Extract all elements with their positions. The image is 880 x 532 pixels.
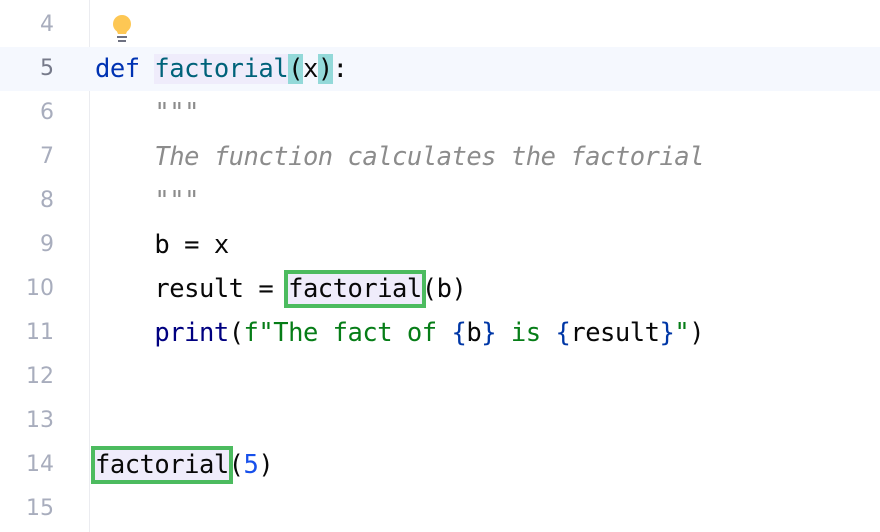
code-line[interactable]: 12 [0, 355, 880, 399]
matched-brace: ) [317, 54, 333, 84]
code-token: factorial [154, 54, 289, 84]
line-number[interactable]: 5 [0, 47, 54, 91]
code-line[interactable]: 7 The function calculates the factorial [0, 135, 880, 179]
code-line[interactable]: 6 """ [0, 91, 880, 135]
code-token: def [95, 54, 140, 84]
line-number[interactable]: 9 [0, 223, 54, 267]
code-line[interactable]: 4 [0, 3, 880, 47]
code-token: } [659, 318, 675, 348]
code-token: (b) [421, 274, 467, 304]
highlighted-usage: factorial [91, 446, 233, 484]
code-text[interactable]: """ [95, 91, 199, 135]
matched-brace: ( [288, 54, 303, 84]
code-token: The function calculates the factorial [154, 142, 704, 172]
line-number[interactable]: 11 [0, 311, 54, 355]
code-token: """ [154, 186, 199, 216]
code-text[interactable]: The function calculates the factorial [95, 135, 704, 179]
code-line[interactable]: 9 b = x [0, 223, 880, 267]
code-editor[interactable]: 4 5 def factorial(x): 6 """ 7 The function c… [0, 3, 880, 531]
line-number[interactable]: 12 [0, 355, 54, 399]
code-line[interactable]: 13 [0, 399, 880, 443]
code-line[interactable]: 8 """ [0, 179, 880, 223]
code-token: { [555, 318, 571, 348]
code-token: """ [154, 98, 199, 128]
code-token: : [332, 54, 348, 84]
code-token: b = x [154, 230, 229, 260]
code-line[interactable]: 14 factorial(5) [0, 443, 880, 487]
code-token: ( [228, 450, 244, 480]
code-token: x [302, 54, 318, 84]
code-token: ) [258, 450, 274, 480]
code-token: result [570, 318, 660, 348]
line-number[interactable]: 13 [0, 399, 54, 443]
code-line[interactable]: 11 print(f"The fact of {b} is {result}") [0, 311, 880, 355]
line-number[interactable]: 15 [0, 487, 54, 531]
code-token: is [496, 318, 556, 348]
code-token: } [481, 318, 497, 348]
line-number[interactable]: 4 [0, 3, 54, 47]
code-token: f"The fact of [243, 318, 452, 348]
code-text[interactable]: """ [95, 179, 199, 223]
code-text[interactable]: def factorial(x): [95, 47, 348, 91]
code-text[interactable]: print(f"The fact of {b} is {result}") [95, 311, 704, 355]
code-text[interactable]: factorial(5) [91, 443, 274, 487]
code-token: ) [689, 318, 705, 348]
code-text[interactable]: b = x [95, 223, 229, 267]
code-token: 5 [243, 450, 259, 480]
code-token: ( [228, 318, 244, 348]
code-line[interactable]: 15 [0, 487, 880, 531]
line-number[interactable]: 7 [0, 135, 54, 179]
line-number[interactable]: 14 [0, 443, 54, 487]
code-line[interactable]: 5 def factorial(x): [0, 47, 880, 91]
code-token: b [466, 318, 482, 348]
code-token: " [674, 318, 690, 348]
line-number[interactable]: 6 [0, 91, 54, 135]
line-number[interactable]: 10 [0, 267, 54, 311]
code-token: print [154, 318, 229, 348]
line-number[interactable]: 8 [0, 179, 54, 223]
code-line[interactable]: 10 result = factorial(b) [0, 267, 880, 311]
code-text[interactable]: result = factorial(b) [95, 267, 467, 311]
highlighted-usage: factorial [284, 270, 426, 308]
code-token: { [451, 318, 467, 348]
code-token: result = [154, 274, 289, 304]
